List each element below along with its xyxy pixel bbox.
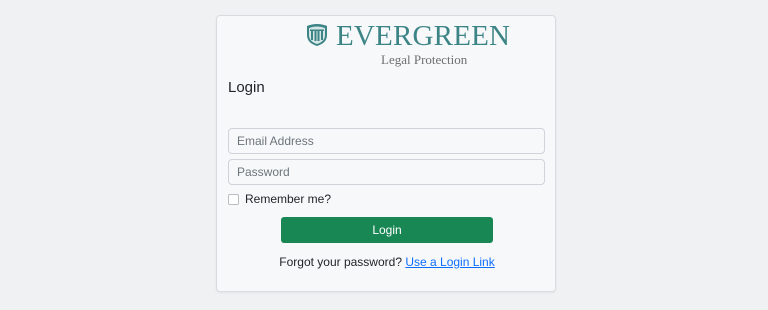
forgot-text: Forgot your password? bbox=[279, 255, 402, 269]
email-field[interactable] bbox=[228, 128, 545, 154]
shield-columns-icon bbox=[307, 24, 327, 46]
remember-checkbox[interactable] bbox=[228, 193, 239, 205]
brand-tagline: Legal Protection bbox=[381, 52, 468, 67]
remember-label: Remember me? bbox=[245, 192, 332, 206]
forgot-password: Forgot your password? Use a Login Link bbox=[217, 255, 557, 269]
password-field[interactable] bbox=[228, 159, 545, 185]
login-card: EVERGREEN Legal Protection Login Remembe… bbox=[216, 15, 556, 292]
remember-me[interactable]: Remember me? bbox=[228, 192, 331, 206]
brand-name: EVERGREEN bbox=[336, 20, 511, 52]
page-title: Login bbox=[228, 79, 265, 96]
login-button[interactable]: Login bbox=[281, 217, 493, 243]
brand-logo: EVERGREEN Legal Protection bbox=[305, 20, 510, 67]
login-link[interactable]: Use a Login Link bbox=[405, 255, 494, 269]
